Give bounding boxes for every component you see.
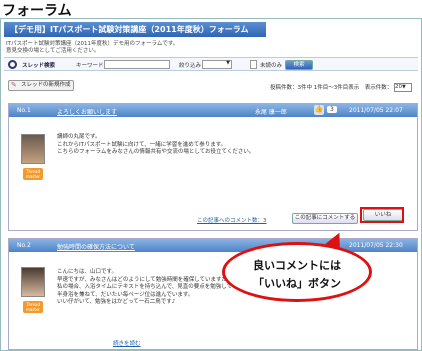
thread-master-badge: Thread master — [23, 168, 43, 180]
post-number: No.2 — [17, 242, 31, 249]
post-line: 講師の丸尾です。 — [57, 134, 101, 140]
new-thread-label: スレッドの新規作成 — [21, 82, 71, 88]
pager-info-text: 投稿件数：3件中 1件目〜3件目表示 表示件数： — [270, 85, 393, 91]
callout-line1: 良いコメントには — [253, 259, 341, 272]
comment-button[interactable]: この記事にコメントする — [292, 213, 358, 224]
post-header: No.2 勉強時間の確保方法について 2011/07/05 22:30 — [9, 239, 417, 252]
forum-desc-line1: ITパスポート試験対策講座（2011年度秋）デモ用のフォーラムです。 — [6, 41, 179, 47]
comments-count-link[interactable]: この記事へのコメント数：3 — [197, 216, 267, 224]
post-title-link[interactable]: 勉強時間の確保方法について — [57, 242, 135, 251]
unread-label: 未読のみ — [260, 63, 283, 69]
avatar — [21, 134, 45, 164]
callout-bubble: 良いコメントには 「いいね」ボタン — [222, 242, 372, 302]
post-body: 講師の丸尾です。 これからITパスポート試験に向けて、一緒に学習を進めて参ります… — [57, 134, 254, 157]
post-date: 2011/07/05 22:07 — [349, 107, 403, 114]
thread-search-bar: スレッド検索 キーワード 絞り込み ▼ 未読のみ 検索 — [4, 57, 418, 71]
like-count: 3 — [327, 106, 337, 113]
post-line: こちらのフォーラムをみなさんの情報共有や交流の場としてお役立てください。 — [57, 149, 255, 155]
post-author: 永尾 康一郎 — [255, 109, 287, 116]
post-title-link[interactable]: よろしくお願いします — [57, 107, 117, 116]
read-more-link[interactable]: 続きを読む — [113, 339, 141, 347]
thread-master-badge: Thread master — [23, 301, 43, 313]
new-thread-button[interactable]: ✎ スレッドの新規作成 — [8, 80, 74, 91]
like-button-highlight — [360, 207, 404, 223]
pager-info: 投稿件数：3件中 1件目〜3件目表示 表示件数： 20▼ — [270, 83, 412, 92]
chevron-down-icon: ▼ — [402, 84, 406, 90]
search-button[interactable]: 検索 — [285, 60, 313, 70]
filter-select[interactable]: ▼ — [202, 60, 232, 69]
forum-title: 【デモ用】ITパスポート試験対策講座（2011年度秋）フォーラム — [4, 22, 266, 37]
post-card: No.1 よろしくお願いします 永尾 康一郎 👍 3 2011/07/05 22… — [8, 103, 418, 231]
post-number: No.1 — [17, 107, 31, 114]
page-heading: フォーラム — [2, 3, 72, 19]
unread-checkbox[interactable] — [250, 60, 257, 69]
post-line: これからITパスポート試験に向けて、一緒に学習を進めて参ります。 — [57, 141, 227, 148]
post-header: No.1 よろしくお願いします 永尾 康一郎 👍 3 2011/07/05 22… — [9, 104, 417, 117]
avatar — [21, 267, 45, 297]
per-page-select[interactable]: 20▼ — [394, 83, 412, 92]
filter-label: 絞り込み — [179, 63, 202, 69]
post-line: いい仔がいて、勉強をはかどって一石二鳥です♪ — [57, 299, 176, 305]
keyword-input[interactable] — [104, 60, 170, 69]
thumbs-up-icon: 👍 — [314, 105, 324, 115]
pencil-icon: ✎ — [11, 81, 17, 89]
search-icon — [8, 60, 17, 69]
chevron-down-icon: ▼ — [226, 60, 230, 66]
forum-desc-line2: 意見交換の場としてご活用ください。 — [6, 48, 100, 54]
post-date: 2011/07/05 22:30 — [349, 242, 403, 249]
forum-description: ITパスポート試験対策講座（2011年度秋）デモ用のフォーラムです。 意見交換の… — [6, 41, 178, 55]
per-page-value: 20 — [395, 84, 402, 90]
keyword-label: キーワード — [76, 63, 104, 69]
search-title: スレッド検索 — [22, 63, 56, 69]
callout-line2: 「いいね」ボタン — [253, 277, 341, 290]
